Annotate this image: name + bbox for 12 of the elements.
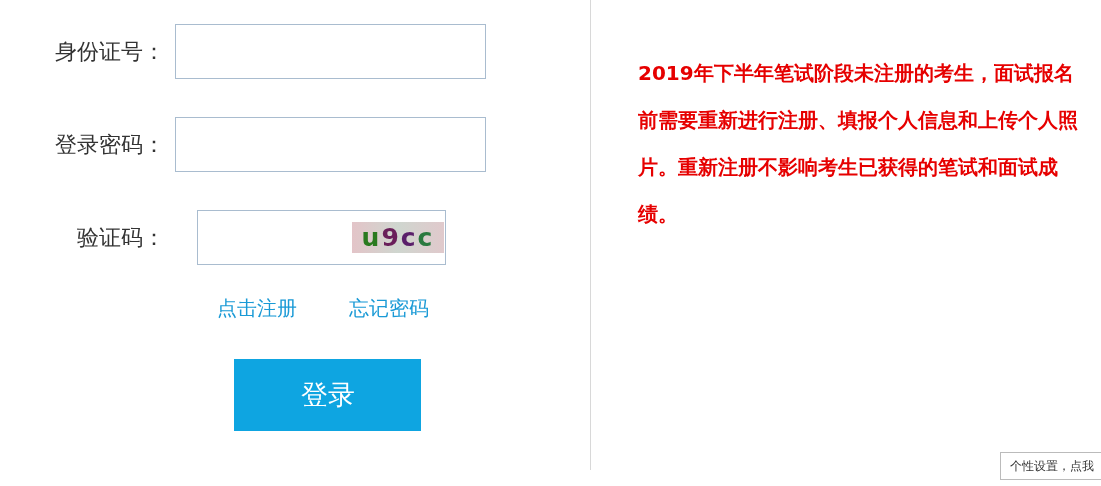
register-link[interactable]: 点击注册 bbox=[217, 293, 297, 323]
login-button[interactable]: 登录 bbox=[234, 359, 421, 431]
password-field[interactable] bbox=[175, 117, 486, 172]
field-label: 验证码： bbox=[76, 224, 165, 252]
field-label: 登录密码： bbox=[54, 131, 165, 159]
forgot-password-link[interactable]: 忘记密码 bbox=[349, 293, 429, 323]
captcha-image[interactable]: u9cc bbox=[352, 222, 444, 253]
field-label: 身份证号： bbox=[54, 38, 165, 66]
input-field[interactable] bbox=[175, 24, 486, 79]
captcha-field[interactable]: u9cc bbox=[197, 210, 446, 265]
notice-text: 2019年下半年笔试阶段未注册的考生，面试报名前需要重新进行注册、填报个人信息和上传个人照片。重新注册不影响考生已获得的笔试和面试成绩。 bbox=[638, 60, 1078, 228]
tooltip: 个性设置，点我 bbox=[1000, 452, 1101, 480]
